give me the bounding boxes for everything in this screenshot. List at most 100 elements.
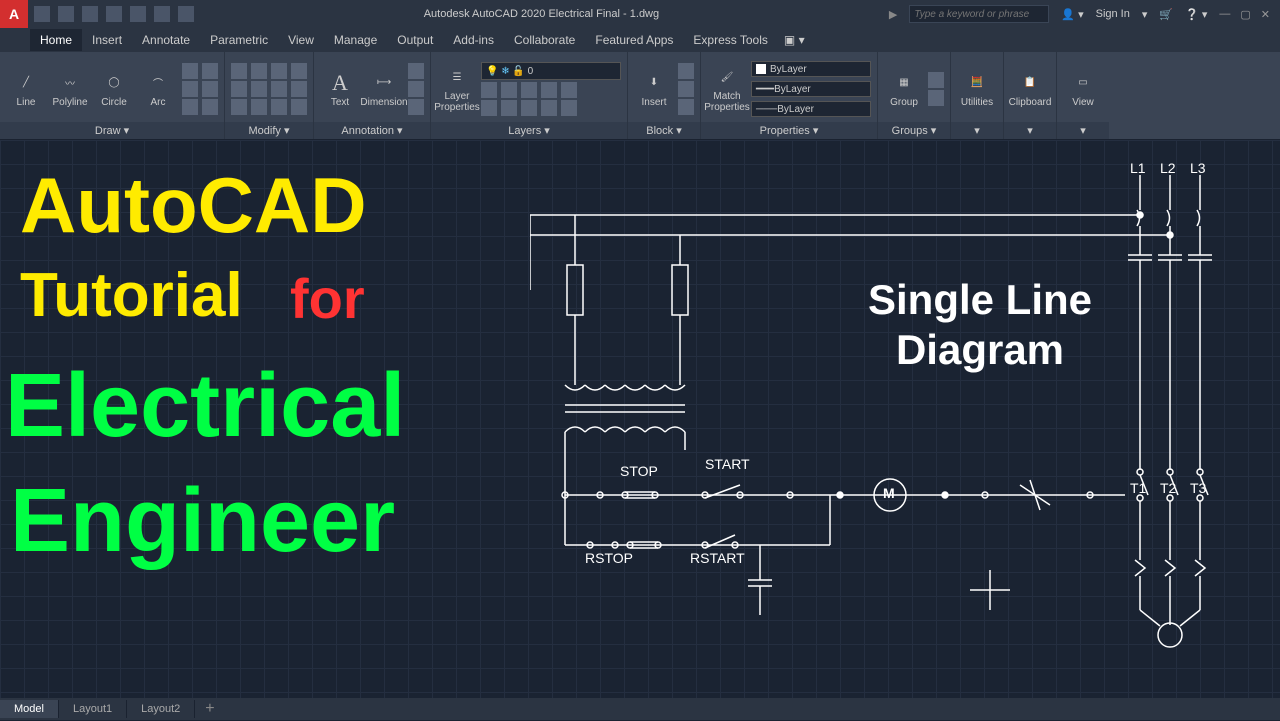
arc-tool[interactable]: ⌒Arc (138, 60, 178, 118)
panel-title-annotation[interactable]: Annotation ▾ (314, 122, 430, 139)
title-bar: A Autodesk AutoCAD 2020 Electrical Final… (0, 0, 1280, 28)
draw-extra-icon[interactable] (202, 99, 218, 115)
tab-layout1[interactable]: Layout1 (59, 700, 127, 718)
draw-extra-icon[interactable] (202, 63, 218, 79)
draw-extra-icon[interactable] (182, 63, 198, 79)
array-icon[interactable] (271, 99, 287, 115)
rotate-icon[interactable] (251, 63, 267, 79)
tab-overflow-icon[interactable]: ▣ ▾ (778, 29, 811, 51)
search-input[interactable] (909, 5, 1049, 23)
match-properties-button[interactable]: 🖌Match Properties (707, 60, 747, 118)
close-icon[interactable]: ✕ (1261, 8, 1270, 21)
tab-layout2[interactable]: Layout2 (127, 700, 195, 718)
trim-icon[interactable] (271, 63, 287, 79)
layer-properties-button[interactable]: ☰Layer Properties (437, 60, 477, 118)
layer-icon[interactable] (561, 82, 577, 98)
panel-title-draw[interactable]: Draw ▾ (0, 122, 224, 139)
panel-title-block[interactable]: Block ▾ (628, 122, 700, 139)
paste-icon: 📋 (1018, 71, 1042, 95)
draw-extra-icon[interactable] (202, 81, 218, 97)
label-rstart: RSTART (690, 550, 745, 566)
anno-extra-icon[interactable] (408, 99, 424, 115)
draw-extra-icon[interactable] (182, 81, 198, 97)
tab-featured[interactable]: Featured Apps (585, 29, 683, 51)
redo-icon[interactable] (178, 6, 194, 22)
lineweight-dropdown[interactable]: ━━━ ByLayer (751, 81, 871, 97)
maximize-icon[interactable]: ▢ (1240, 8, 1250, 21)
explode-icon[interactable] (291, 81, 307, 97)
tab-output[interactable]: Output (387, 29, 443, 51)
move-icon[interactable] (231, 63, 247, 79)
panel-title-layers[interactable]: Layers ▾ (431, 122, 627, 139)
ungroup-icon[interactable] (928, 72, 944, 88)
polyline-tool[interactable]: 〰Polyline (50, 60, 90, 118)
window-title: Autodesk AutoCAD 2020 Electrical Final -… (194, 8, 889, 20)
leader-icon[interactable] (408, 63, 424, 79)
draw-extra-icon[interactable] (182, 99, 198, 115)
tab-model[interactable]: Model (0, 700, 59, 718)
dimension-tool[interactable]: ⟼Dimension (364, 60, 404, 118)
tab-express[interactable]: Express Tools (683, 29, 777, 51)
panel-title-modify[interactable]: Modify ▾ (225, 122, 313, 139)
tab-annotate[interactable]: Annotate (132, 29, 200, 51)
open-icon[interactable] (58, 6, 74, 22)
layer-icon[interactable] (501, 100, 517, 116)
mirror-icon[interactable] (251, 81, 267, 97)
layer-icon[interactable] (541, 82, 557, 98)
app-logo[interactable]: A (0, 0, 28, 28)
tab-collaborate[interactable]: Collaborate (504, 29, 585, 51)
help-icon[interactable]: ❔ ▾ (1185, 8, 1207, 21)
new-icon[interactable] (34, 6, 50, 22)
group-edit-icon[interactable] (928, 90, 944, 106)
circle-tool[interactable]: ◯Circle (94, 60, 134, 118)
undo-icon[interactable] (154, 6, 170, 22)
stretch-icon[interactable] (231, 99, 247, 115)
tab-addins[interactable]: Add-ins (443, 29, 504, 51)
clipboard-button[interactable]: 📋Clipboard (1010, 60, 1050, 118)
color-dropdown[interactable]: ByLayer (751, 61, 871, 77)
layer-icon[interactable] (541, 100, 557, 116)
scale-icon[interactable] (251, 99, 267, 115)
sign-in-icon[interactable]: 👤 ▾ (1061, 8, 1083, 21)
insert-block-button[interactable]: ⬇Insert (634, 60, 674, 118)
table-icon[interactable] (408, 81, 424, 97)
offset-icon[interactable] (291, 99, 307, 115)
layer-dropdown[interactable]: 💡 ❄ 🔓 0 (481, 62, 621, 80)
tab-home[interactable]: Home (30, 29, 82, 51)
minimize-icon[interactable]: — (1219, 8, 1230, 21)
text-tool[interactable]: AText (320, 60, 360, 118)
edit-block-icon[interactable] (678, 81, 694, 97)
erase-icon[interactable] (291, 63, 307, 79)
panel-clipboard: 📋Clipboard ▾ (1004, 52, 1057, 139)
line-tool[interactable]: ╱Line (6, 60, 46, 118)
plot-icon[interactable] (130, 6, 146, 22)
exchange-icon[interactable]: ▾ (1142, 8, 1148, 21)
group-button[interactable]: ▦Group (884, 60, 924, 118)
panel-title-properties[interactable]: Properties ▾ (701, 122, 877, 139)
tab-insert[interactable]: Insert (82, 29, 132, 51)
create-block-icon[interactable] (678, 63, 694, 79)
tab-view[interactable]: View (278, 29, 324, 51)
layer-icon[interactable] (521, 82, 537, 98)
copy-icon[interactable] (231, 81, 247, 97)
cart-icon[interactable]: 🛒 (1159, 8, 1173, 21)
view-button[interactable]: ▭View (1063, 60, 1103, 118)
panel-title-groups[interactable]: Groups ▾ (878, 122, 950, 139)
layer-icon[interactable] (521, 100, 537, 116)
layer-icon[interactable] (481, 82, 497, 98)
tab-parametric[interactable]: Parametric (200, 29, 278, 51)
layer-icon[interactable] (501, 82, 517, 98)
overlay-engineer: Engineer (10, 470, 395, 573)
saveas-icon[interactable] (106, 6, 122, 22)
linetype-dropdown[interactable]: ─── ByLayer (751, 101, 871, 117)
fillet-icon[interactable] (271, 81, 287, 97)
tab-add-layout[interactable]: + (195, 697, 224, 721)
sign-in-label[interactable]: Sign In (1096, 8, 1130, 20)
layer-icon[interactable] (561, 100, 577, 116)
layer-icon[interactable] (481, 100, 497, 116)
save-icon[interactable] (82, 6, 98, 22)
attrib-icon[interactable] (678, 99, 694, 115)
drawing-canvas[interactable]: AutoCAD Tutorial for Electrical Engineer… (0, 140, 1280, 698)
tab-manage[interactable]: Manage (324, 29, 387, 51)
utilities-button[interactable]: 🧮Utilities (957, 60, 997, 118)
